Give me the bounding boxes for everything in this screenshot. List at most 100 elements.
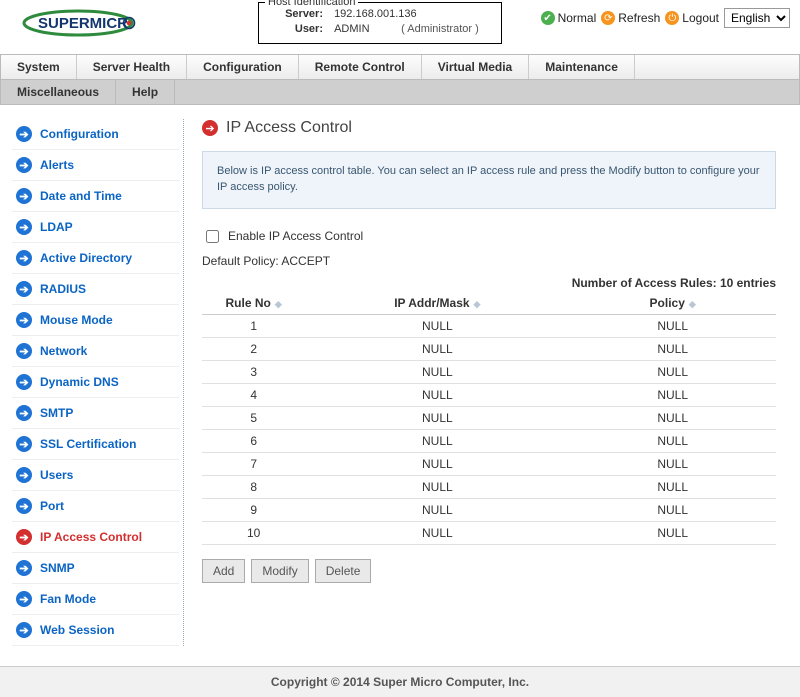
sidebar-item-snmp[interactable]: ➔SNMP — [12, 553, 179, 584]
sidebar-item-label: Users — [40, 468, 73, 482]
cell-no: 1 — [202, 314, 305, 337]
arrow-right-icon: ➔ — [16, 281, 32, 297]
table-row[interactable]: 6NULLNULL — [202, 429, 776, 452]
cell-ip: NULL — [305, 429, 569, 452]
page-title-text: IP Access Control — [226, 119, 352, 137]
delete-button[interactable]: Delete — [315, 559, 372, 583]
cell-policy: NULL — [569, 429, 776, 452]
sidebar-item-network[interactable]: ➔Network — [12, 336, 179, 367]
menu-server-health[interactable]: Server Health — [77, 55, 187, 79]
table-row[interactable]: 9NULLNULL — [202, 498, 776, 521]
arrow-right-icon: ➔ — [16, 560, 32, 576]
sidebar-item-date-and-time[interactable]: ➔Date and Time — [12, 181, 179, 212]
col-rule-no[interactable]: Rule No◆ — [202, 292, 305, 315]
arrow-right-icon: ➔ — [16, 436, 32, 452]
user-role: ( Administrator ) — [401, 23, 479, 35]
cell-policy: NULL — [569, 475, 776, 498]
modify-button[interactable]: Modify — [251, 559, 308, 583]
arrow-right-icon: ➔ — [16, 622, 32, 638]
status-ok-icon: ✔ — [541, 11, 555, 25]
sidebar-item-ssl-certification[interactable]: ➔SSL Certification — [12, 429, 179, 460]
cell-ip: NULL — [305, 521, 569, 544]
menu-miscellaneous[interactable]: Miscellaneous — [1, 80, 116, 104]
cell-ip: NULL — [305, 475, 569, 498]
sidebar-item-fan-mode[interactable]: ➔Fan Mode — [12, 584, 179, 615]
enable-label: Enable IP Access Control — [228, 229, 363, 243]
sidebar-item-active-directory[interactable]: ➔Active Directory — [12, 243, 179, 274]
user-label: User: — [269, 22, 323, 37]
arrow-right-icon: ➔ — [16, 126, 32, 142]
table-row[interactable]: 2NULLNULL — [202, 337, 776, 360]
sidebar-item-configuration[interactable]: ➔Configuration — [12, 119, 179, 150]
cell-policy: NULL — [569, 314, 776, 337]
sidebar-item-web-session[interactable]: ➔ Web Session — [12, 615, 179, 646]
sidebar-item-label: RADIUS — [40, 282, 86, 296]
main-menu: System Server Health Configuration Remot… — [0, 54, 800, 80]
page-title: ➔ IP Access Control — [202, 119, 776, 137]
enable-ip-access-checkbox[interactable] — [206, 230, 219, 243]
cell-ip: NULL — [305, 452, 569, 475]
menu-virtual-media[interactable]: Virtual Media — [422, 55, 529, 79]
cell-policy: NULL — [569, 452, 776, 475]
sidebar-item-label: Web Session — [40, 623, 114, 637]
sidebar-item-users[interactable]: ➔Users — [12, 460, 179, 491]
language-select[interactable]: English — [724, 8, 790, 28]
sidebar-item-radius[interactable]: ➔ RADIUS — [12, 274, 179, 305]
cell-ip: NULL — [305, 383, 569, 406]
sidebar-item-ldap[interactable]: ➔LDAP — [12, 212, 179, 243]
sidebar-item-mouse-mode[interactable]: ➔Mouse Mode — [12, 305, 179, 336]
table-row[interactable]: 8NULLNULL — [202, 475, 776, 498]
sidebar-item-ip-access-control[interactable]: ➔IP Access Control — [12, 522, 179, 553]
cell-no: 7 — [202, 452, 305, 475]
cell-policy: NULL — [569, 521, 776, 544]
cell-no: 10 — [202, 521, 305, 544]
sidebar: ➔Configuration➔Alerts➔Date and Time➔LDAP… — [12, 119, 184, 646]
brand-logo: SUPERMICR — [22, 6, 152, 40]
menu-maintenance[interactable]: Maintenance — [529, 55, 635, 79]
menu-help[interactable]: Help — [116, 80, 175, 104]
col-policy[interactable]: Policy◆ — [569, 292, 776, 315]
host-identification-box: Host Identification Server: 192.168.001.… — [258, 2, 502, 44]
col-ip-mask[interactable]: IP Addr/Mask◆ — [305, 292, 569, 315]
table-row[interactable]: 10NULLNULL — [202, 521, 776, 544]
arrow-right-icon: ➔ — [16, 591, 32, 607]
refresh-link[interactable]: Refresh — [618, 11, 660, 25]
table-row[interactable]: 5NULLNULL — [202, 406, 776, 429]
table-row[interactable]: 3NULLNULL — [202, 360, 776, 383]
cell-policy: NULL — [569, 360, 776, 383]
table-row[interactable]: 4NULLNULL — [202, 383, 776, 406]
logout-icon[interactable]: ⏻ — [665, 11, 679, 25]
cell-no: 3 — [202, 360, 305, 383]
cell-ip: NULL — [305, 498, 569, 521]
svg-text:SUPERMICR: SUPERMICR — [38, 15, 128, 32]
sub-menu: Miscellaneous Help — [0, 80, 800, 105]
sidebar-item-alerts[interactable]: ➔Alerts — [12, 150, 179, 181]
arrow-right-icon: ➔ — [16, 374, 32, 390]
cell-policy: NULL — [569, 498, 776, 521]
refresh-icon[interactable]: ⟳ — [601, 11, 615, 25]
logout-link[interactable]: Logout — [682, 11, 719, 25]
sidebar-item-port[interactable]: ➔Port — [12, 491, 179, 522]
table-row[interactable]: 7NULLNULL — [202, 452, 776, 475]
sidebar-item-label: Dynamic DNS — [40, 375, 119, 389]
cell-no: 9 — [202, 498, 305, 521]
description-box: Below is IP access control table. You ca… — [202, 151, 776, 209]
table-row[interactable]: 1NULLNULL — [202, 314, 776, 337]
cell-no: 2 — [202, 337, 305, 360]
sort-icon: ◆ — [474, 299, 481, 309]
menu-remote-control[interactable]: Remote Control — [299, 55, 422, 79]
menu-configuration[interactable]: Configuration — [187, 55, 299, 79]
sidebar-item-dynamic-dns[interactable]: ➔ Dynamic DNS — [12, 367, 179, 398]
menu-system[interactable]: System — [1, 55, 77, 79]
add-button[interactable]: Add — [202, 559, 245, 583]
sidebar-item-smtp[interactable]: ➔SMTP — [12, 398, 179, 429]
arrow-right-icon: ➔ — [16, 157, 32, 173]
cell-no: 8 — [202, 475, 305, 498]
page-title-icon: ➔ — [202, 120, 218, 136]
arrow-right-icon: ➔ — [16, 529, 32, 545]
sidebar-item-label: SMTP — [40, 406, 73, 420]
cell-ip: NULL — [305, 314, 569, 337]
default-policy: Default Policy: ACCEPT — [202, 254, 776, 268]
rules-counter: Number of Access Rules: 10 entries — [202, 276, 776, 290]
cell-no: 6 — [202, 429, 305, 452]
